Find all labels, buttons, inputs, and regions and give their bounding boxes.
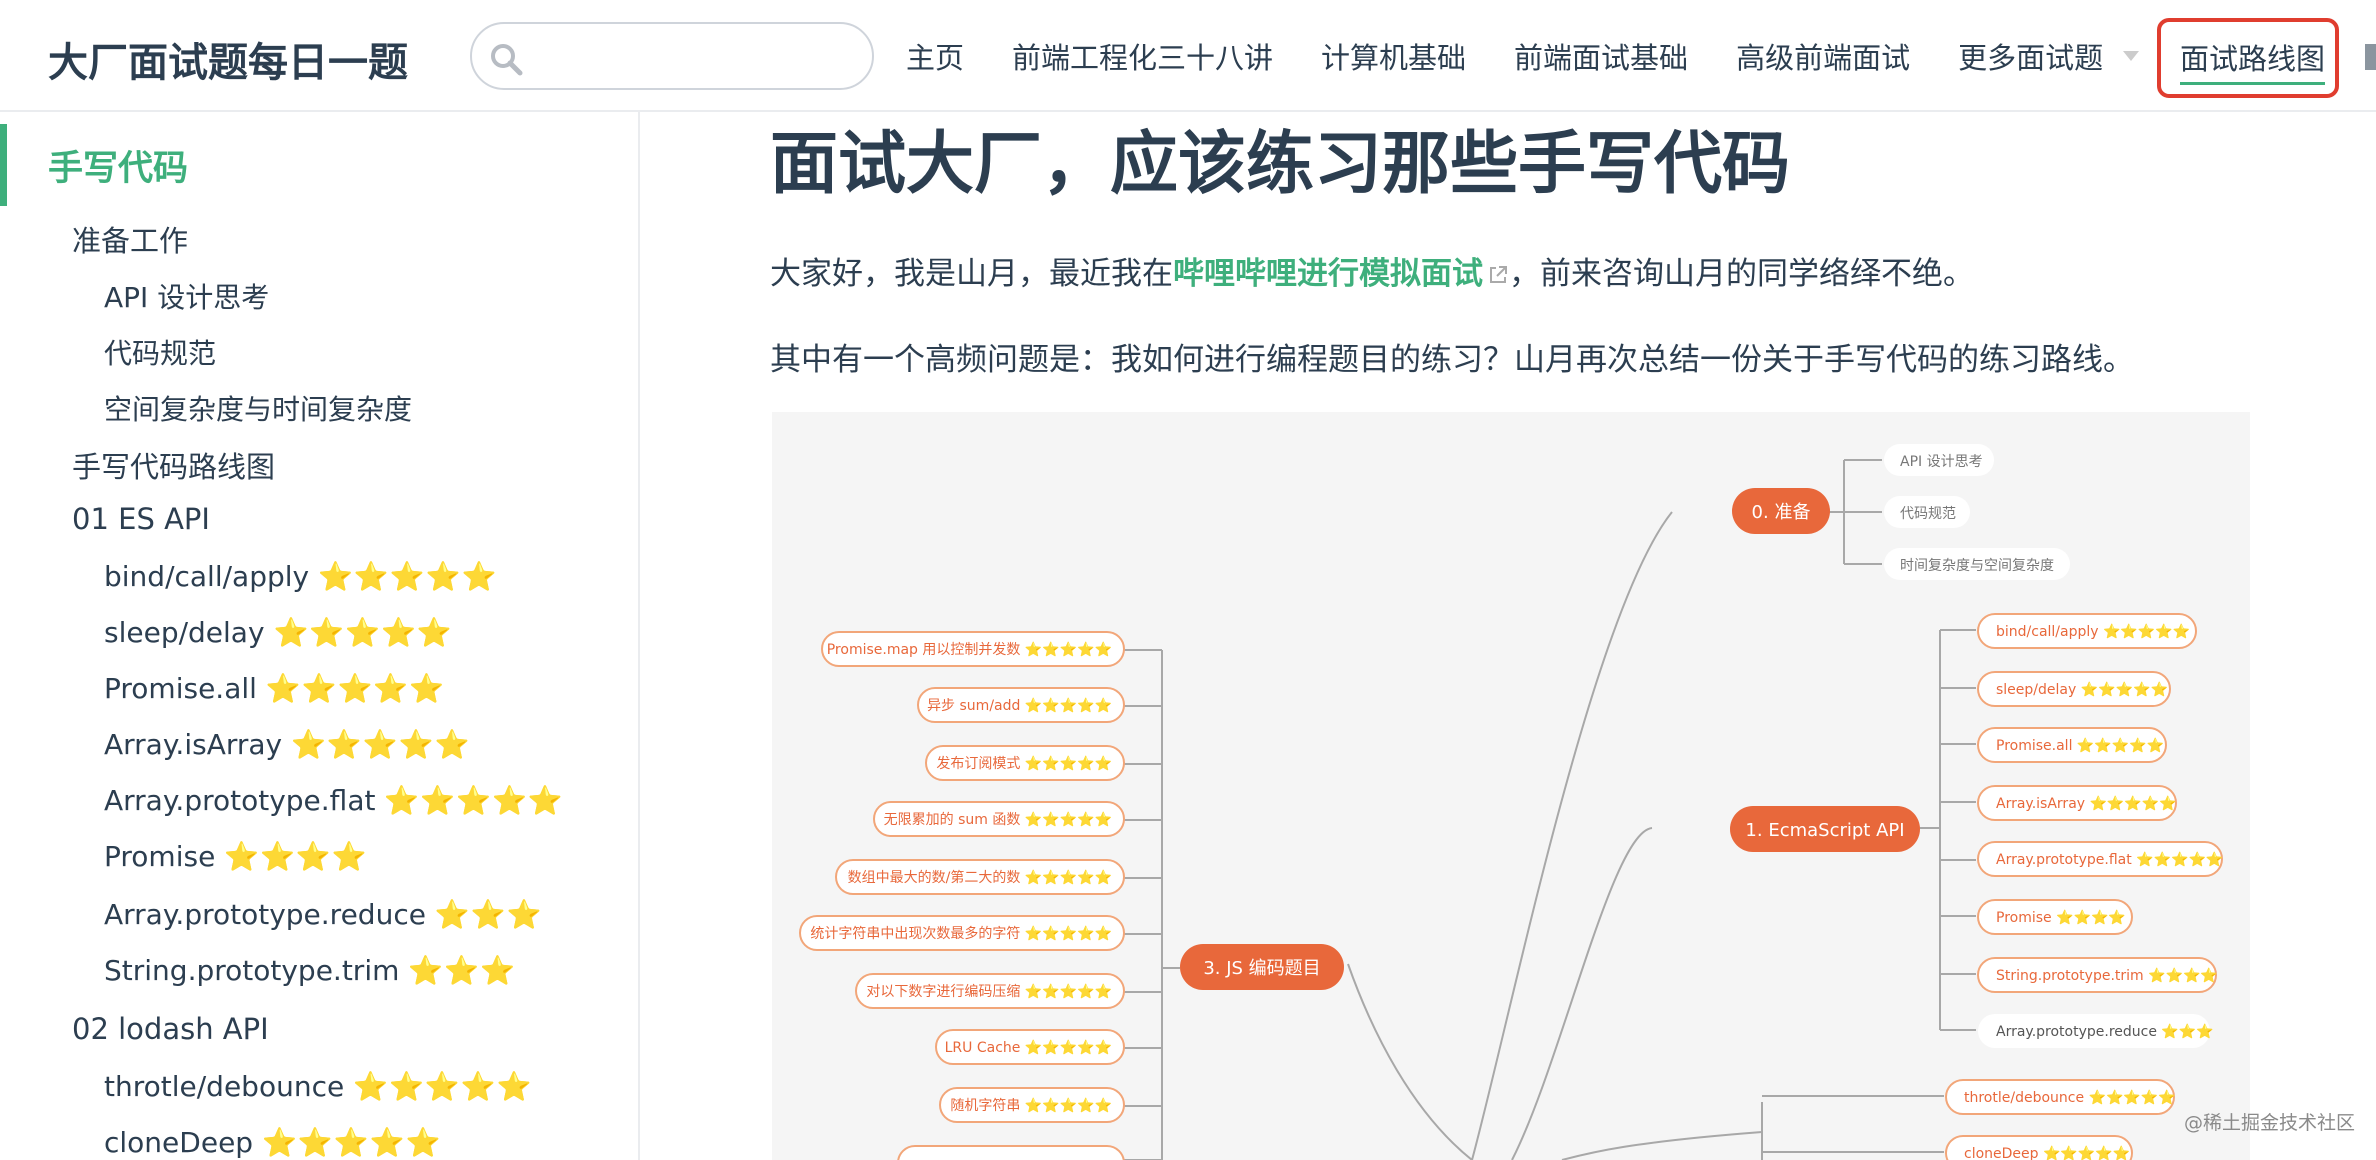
- nav-link-roadmap[interactable]: 面试路线图: [2180, 36, 2326, 85]
- mindmap-prep-item: 代码规范: [1900, 505, 1956, 522]
- sidebar-item-array-isarray[interactable]: Array.isArray ⭐⭐⭐⭐⭐: [104, 728, 471, 762]
- intro-paragraph: 大家好，我是山月，最近我在哔哩哔哩进行模拟面试 ，前来咨询山月的同学络绎不绝。: [770, 256, 1974, 292]
- mindmap-ecma-item: Array.prototype.reduce ⭐⭐⭐: [1996, 1023, 2214, 1040]
- sidebar-item-array-flat[interactable]: Array.prototype.flat ⭐⭐⭐⭐⭐: [104, 784, 564, 818]
- rating-stars: ⭐⭐⭐⭐⭐: [318, 560, 498, 594]
- mindmap-js-item: 发布订阅模式 ⭐⭐⭐⭐⭐: [936, 755, 1112, 772]
- mindmap-lodash-item: cloneDeep ⭐⭐⭐⭐⭐: [1964, 1145, 2130, 1160]
- nav-links: 主页 前端工程化三十八讲 计算机基础 前端面试基础 高级前端面试 更多面试题: [906, 0, 2187, 112]
- site-title[interactable]: 大厂面试题每日一题: [48, 30, 408, 88]
- sidebar-item-string-trim[interactable]: String.prototype.trim ⭐⭐⭐: [104, 954, 516, 988]
- mindmap-ecma-item: Promise.all ⭐⭐⭐⭐⭐: [1996, 737, 2164, 754]
- sidebar-item-complexity[interactable]: 空间复杂度与时间复杂度: [104, 388, 412, 428]
- sidebar-item-roadmap[interactable]: 手写代码路线图: [72, 444, 275, 486]
- mindmap-ecma-item: Array.isArray ⭐⭐⭐⭐⭐: [1996, 795, 2177, 812]
- rating-stars: ⭐⭐⭐⭐⭐: [261, 1126, 442, 1160]
- sidebar-item-api-design[interactable]: API 设计思考: [104, 276, 269, 316]
- sidebar: 手写代码 准备工作 API 设计思考 代码规范 空间复杂度与时间复杂度 手写代码…: [0, 112, 640, 1160]
- sidebar-item-es-api[interactable]: 01 ES API: [72, 502, 210, 536]
- external-link-icon: [1490, 266, 1507, 283]
- rating-stars: ⭐⭐⭐⭐: [224, 840, 368, 874]
- nav-link-more-dropdown[interactable]: 更多面试题: [1958, 35, 2140, 77]
- rating-stars: ⭐⭐⭐⭐⭐: [291, 728, 471, 762]
- sidebar-active-indicator: [0, 124, 7, 206]
- rating-stars: ⭐⭐⭐: [408, 954, 516, 988]
- mindmap-hub-ecmascript-label: 1. EcmaScript API: [1745, 820, 1904, 841]
- mindmap-js-item: 异步 sum/add ⭐⭐⭐⭐⭐: [927, 697, 1112, 714]
- search-input[interactable]: [534, 32, 854, 80]
- mindmap-js-item: LRU Cache ⭐⭐⭐⭐⭐: [945, 1039, 1112, 1056]
- mindmap-prep-item: 时间复杂度与空间复杂度: [1900, 557, 2054, 574]
- sidebar-item-prep[interactable]: 准备工作: [72, 218, 188, 260]
- page-title: 面试大厂，应该练习那些手写代码: [770, 125, 1791, 204]
- nav-link-engineering[interactable]: 前端工程化三十八讲: [1012, 35, 1273, 77]
- watermark: @稀土掘金技术社区: [2184, 1112, 2356, 1134]
- mindmap-js-item: Promise.map 用以控制并发数 ⭐⭐⭐⭐⭐: [827, 641, 1112, 658]
- rating-stars: ⭐⭐⭐: [434, 898, 543, 932]
- mindmap-ecma-item: String.prototype.trim ⭐⭐⭐⭐: [1996, 967, 2218, 984]
- search-box[interactable]: [470, 22, 874, 90]
- search-icon: [491, 44, 523, 76]
- sidebar-item-bind-call-apply[interactable]: bind/call/apply ⭐⭐⭐⭐⭐: [104, 560, 498, 594]
- sidebar-item-clonedeep[interactable]: cloneDeep ⭐⭐⭐⭐⭐: [104, 1126, 442, 1160]
- sidebar-item-sleep-delay[interactable]: sleep/delay ⭐⭐⭐⭐⭐: [104, 616, 453, 650]
- sidebar-item-code-style[interactable]: 代码规范: [104, 332, 216, 372]
- sidebar-item-throttle-debounce[interactable]: throtle/debounce ⭐⭐⭐⭐⭐: [104, 1070, 533, 1104]
- nav-overflow-edge: [2365, 44, 2376, 70]
- mindmap-ecma-item: bind/call/apply ⭐⭐⭐⭐⭐: [1996, 623, 2190, 640]
- mindmap-js-item: 无限累加的 sum 函数 ⭐⭐⭐⭐⭐: [884, 811, 1112, 828]
- mindmap-ecma-item: Promise ⭐⭐⭐⭐: [1996, 909, 2126, 926]
- mindmap-hub-prep-label: 0. 准备: [1752, 502, 1811, 523]
- nav-link-home[interactable]: 主页: [906, 35, 964, 77]
- rating-stars: ⭐⭐⭐⭐⭐: [384, 784, 564, 818]
- mindmap-hub-js-label: 3. JS 编码题目: [1203, 958, 1320, 979]
- mindmap-svg: 0. 准备 API 设计思考 代码规范 时间复杂度与空间复杂度 1. EcmaS…: [799, 444, 2223, 1160]
- mindmap-ecma-item: Array.prototype.flat ⭐⭐⭐⭐⭐: [1996, 851, 2223, 868]
- mindmap-prep-item: API 设计思考: [1900, 454, 1983, 470]
- mindmap-lodash-item: throtle/debounce ⭐⭐⭐⭐⭐: [1964, 1089, 2176, 1106]
- mindmap-js-item: 统计字符串中出现次数最多的字符 ⭐⭐⭐⭐⭐: [810, 925, 1112, 942]
- mindmap-image: 0. 准备 API 设计思考 代码规范 时间复杂度与空间复杂度 1. EcmaS…: [772, 412, 2250, 1160]
- mindmap-js-item: 对以下数字进行编码压缩 ⭐⭐⭐⭐⭐: [866, 983, 1112, 1000]
- mindmap-ecma-item: sleep/delay ⭐⭐⭐⭐⭐: [1996, 681, 2168, 698]
- mindmap-js-item: 数组中最大的数/第二大的数 ⭐⭐⭐⭐⭐: [848, 869, 1112, 886]
- sidebar-item-lodash-api[interactable]: 02 lodash API: [72, 1012, 269, 1046]
- mindmap-js-item-cutoff: [897, 1145, 1125, 1160]
- rating-stars: ⭐⭐⭐⭐⭐: [273, 616, 453, 650]
- nav-link-more-label: 更多面试题: [1958, 41, 2104, 75]
- mindmap-js-item: 随机字符串 ⭐⭐⭐⭐⭐: [950, 1097, 1112, 1114]
- nav-link-advanced[interactable]: 高级前端面试: [1736, 35, 1910, 77]
- rating-stars: ⭐⭐⭐⭐⭐: [265, 672, 446, 706]
- bilibili-link[interactable]: 哔哩哔哩进行模拟面试: [1173, 256, 1483, 292]
- sidebar-item-array-reduce[interactable]: Array.prototype.reduce ⭐⭐⭐: [104, 898, 543, 932]
- navbar: 大厂面试题每日一题 主页 前端工程化三十八讲 计算机基础 前端面试基础 高级前端…: [0, 0, 2376, 112]
- question-paragraph: 其中有一个高频问题是：我如何进行编程题目的练习？山月再次总结一份关于手写代码的练…: [770, 342, 2134, 378]
- nav-link-cs-basics[interactable]: 计算机基础: [1321, 35, 1466, 77]
- chevron-down-icon: [2123, 51, 2140, 61]
- nav-link-frontend-basics[interactable]: 前端面试基础: [1514, 35, 1688, 77]
- sidebar-heading[interactable]: 手写代码: [48, 140, 188, 191]
- sidebar-item-promise-all[interactable]: Promise.all ⭐⭐⭐⭐⭐: [104, 672, 446, 706]
- rating-stars: ⭐⭐⭐⭐⭐: [353, 1070, 533, 1104]
- sidebar-item-promise[interactable]: Promise ⭐⭐⭐⭐: [104, 840, 368, 874]
